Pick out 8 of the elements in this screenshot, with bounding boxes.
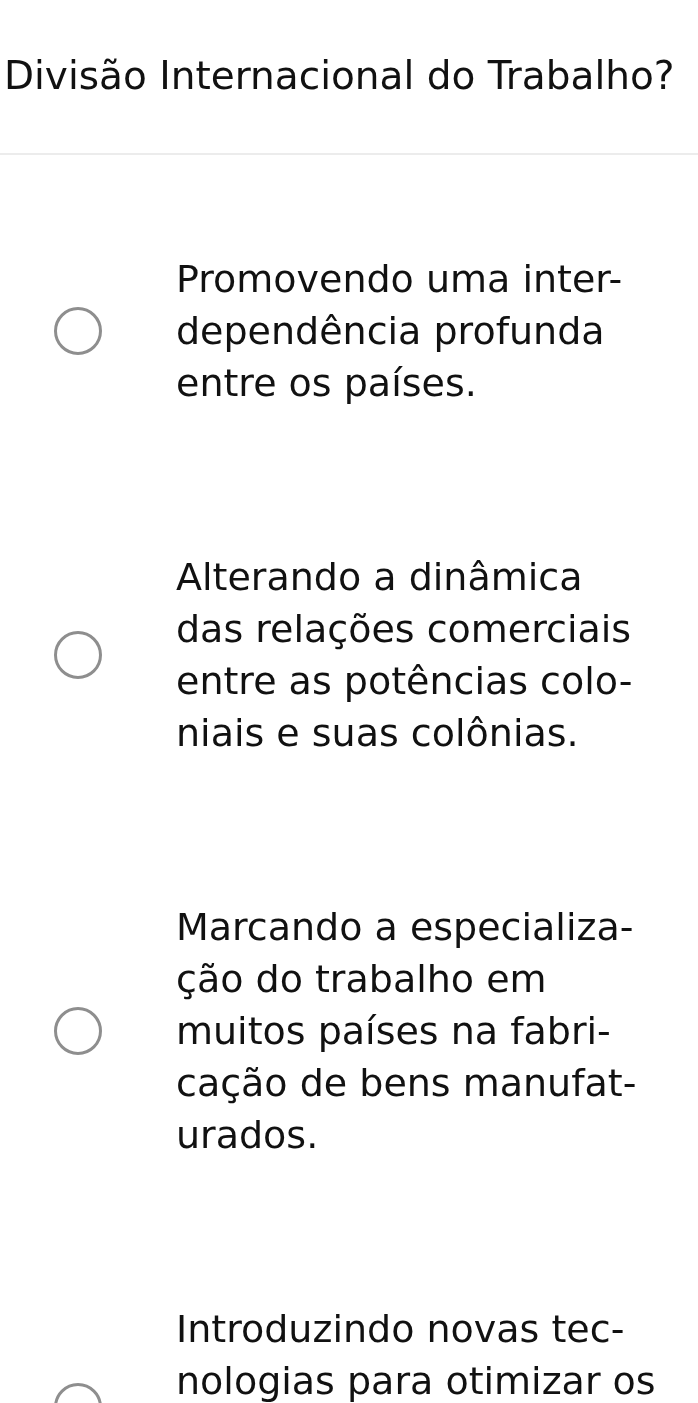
option-text: Introduzindo novas tec- nologias para otimizar os xyxy=(176,1306,656,1403)
radio-button[interactable] xyxy=(54,307,102,355)
option-text: Promovendo uma inter- dependência profunda entre os países. xyxy=(176,256,623,407)
question-title: Divisão Internacional do Trabalho? xyxy=(4,52,675,100)
radio-button[interactable] xyxy=(54,1007,102,1055)
option-text: Marcando a especializa- ção do trabalho em muitos países na fabri- cação de bens manufat- urados. xyxy=(176,904,637,1159)
option-text: Alterando a dinâmica das relações comerciais entre as potências colo- niais e suas colônias. xyxy=(176,554,633,757)
radio-button[interactable] xyxy=(54,631,102,679)
